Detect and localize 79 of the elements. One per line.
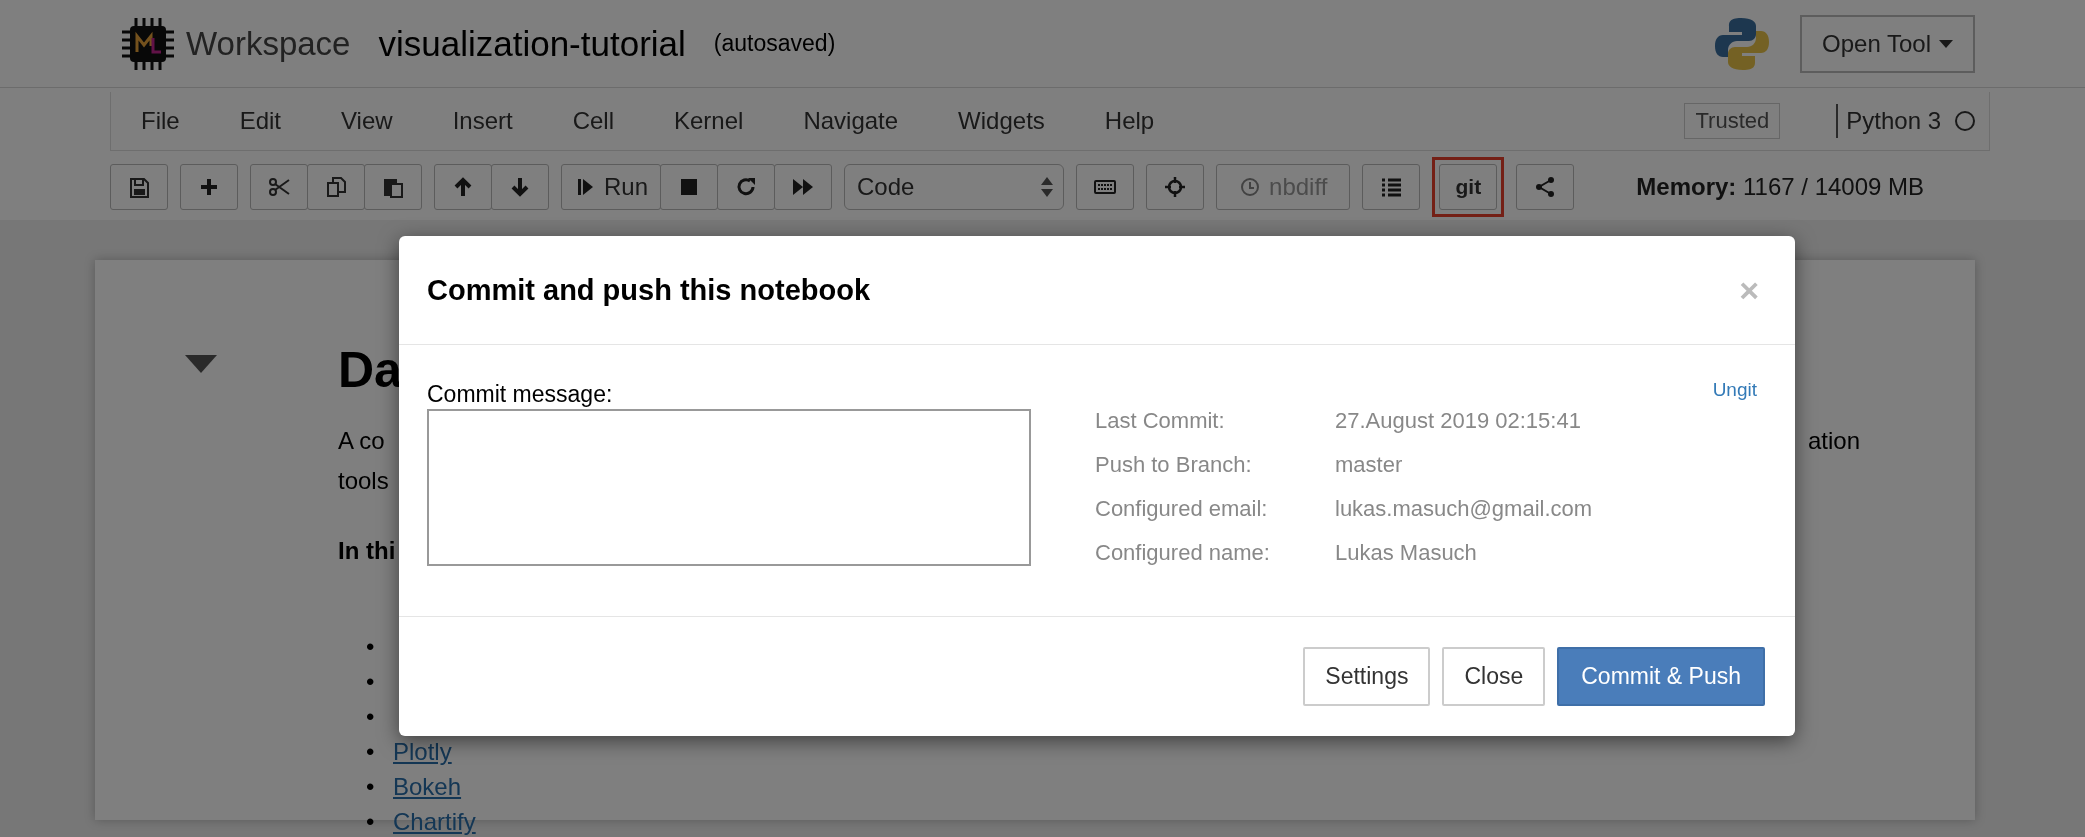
memory-usage: Memory: 1167 / 14009 MB: [1636, 173, 1925, 201]
menu-item[interactable]: Insert: [452, 107, 573, 135]
paragraph-line: A co: [338, 426, 385, 456]
menu-item[interactable]: Navigate: [803, 107, 959, 135]
cell-type-select[interactable]: Code: [844, 164, 1065, 210]
save-status: (autosaved): [713, 30, 836, 57]
share-icon: [1534, 176, 1557, 198]
bullet: •: [366, 702, 376, 731]
dialog-button[interactable]: Close: [1442, 647, 1546, 706]
arrow-down-button[interactable]: [491, 164, 549, 210]
dialog-button[interactable]: Settings: [1303, 647, 1431, 706]
info-value: Lukas Masuch: [1335, 539, 1478, 567]
ungit-link[interactable]: Ungit: [1712, 379, 1757, 401]
scissors-icon: [268, 176, 290, 198]
menu-item[interactable]: File: [141, 107, 240, 135]
info-value: 27.August 2019 02:15:41: [1335, 407, 1582, 435]
python-logo-icon: [1714, 15, 1770, 72]
dialog-title: Commit and push this notebook: [427, 273, 871, 307]
commit-push-button[interactable]: Commit & Push: [1557, 647, 1765, 706]
paragraph-line: ation: [1807, 426, 1860, 456]
menu-item[interactable]: Cell: [572, 107, 674, 135]
brand-name: Workspace: [186, 24, 351, 63]
info-label: Push to Branch:: [1095, 451, 1253, 479]
trusted-indicator[interactable]: Trusted: [1684, 103, 1781, 139]
stop-button[interactable]: [660, 164, 719, 210]
notebook-title[interactable]: visualization-tutorial: [378, 23, 686, 64]
open-tool-button[interactable]: Open Tool: [1800, 14, 1975, 73]
subheading: In thi: [338, 536, 396, 566]
link[interactable]: Bokeh: [393, 772, 462, 801]
collapse-triangle-icon[interactable]: [185, 355, 217, 373]
arrow-down-icon: [509, 176, 531, 198]
commit-message-field[interactable]: [427, 409, 1031, 566]
fast-forward-button[interactable]: [774, 164, 833, 210]
bullet: •: [366, 737, 376, 766]
crosshair-button[interactable]: [1146, 164, 1205, 210]
chip-logo-icon: [120, 15, 176, 72]
kernel-name[interactable]: Python 3: [1846, 107, 1941, 135]
scissors-button[interactable]: [250, 164, 308, 210]
info-value: lukas.masuch@gmail.com: [1335, 495, 1594, 523]
toolbar-button[interactable]: Run: [561, 164, 662, 210]
menu-item[interactable]: View: [341, 107, 453, 135]
menu-item[interactable]: Kernel: [674, 107, 804, 135]
up-down-arrows-icon: [1041, 176, 1054, 198]
paragraph-line: tools: [338, 466, 389, 496]
save-icon: [128, 176, 150, 198]
info-value: master: [1335, 451, 1404, 479]
save-button[interactable]: [110, 164, 168, 210]
menu-item[interactable]: Help: [1104, 107, 1155, 135]
arrow-up-button[interactable]: [434, 164, 492, 210]
field-label: Commit message:: [427, 380, 614, 409]
fast-forward-icon: [792, 176, 815, 198]
bullet: •: [366, 772, 376, 801]
heading: Da: [338, 341, 402, 400]
paste-icon: [382, 176, 404, 198]
menu-item[interactable]: Widgets: [958, 107, 1105, 135]
info-label: Configured email:: [1095, 495, 1269, 523]
list-button[interactable]: [1362, 164, 1421, 210]
copy-icon: [325, 176, 347, 198]
plus-icon: [198, 176, 220, 198]
info-label: Last Commit:: [1095, 407, 1226, 435]
caret-icon: [1939, 39, 1953, 48]
plus-button[interactable]: [180, 164, 238, 210]
bullet: •: [366, 807, 376, 836]
bullet: •: [366, 632, 376, 661]
menu-item[interactable]: Edit: [239, 107, 342, 135]
toolbar-button[interactable]: git: [1439, 164, 1498, 210]
paste-button[interactable]: [364, 164, 422, 210]
arrow-up-icon: [452, 176, 474, 198]
copy-button[interactable]: [307, 164, 365, 210]
link[interactable]: Plotly: [393, 737, 452, 766]
restart-button[interactable]: [717, 164, 776, 210]
list-icon: [1380, 176, 1403, 198]
crosshair-icon: [1164, 176, 1187, 198]
link[interactable]: Chartify: [393, 807, 476, 836]
keyboard-button[interactable]: [1076, 164, 1135, 210]
bullet: •: [366, 667, 376, 696]
restart-icon: [735, 176, 758, 198]
share-button[interactable]: [1516, 164, 1575, 210]
info-label: Configured name:: [1095, 539, 1271, 567]
